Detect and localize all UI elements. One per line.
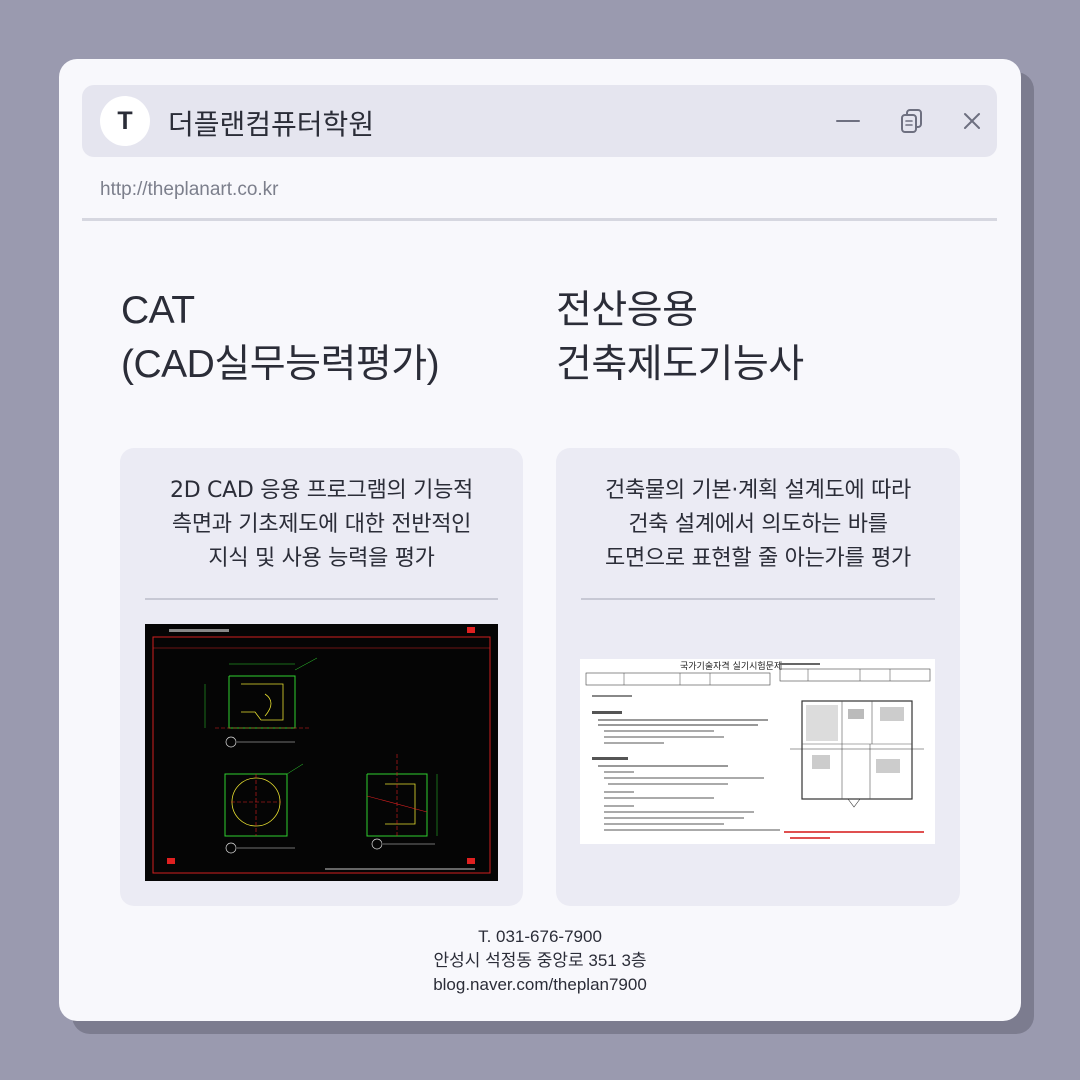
cat-heading: CAT (CAD실무능력평가) <box>121 284 440 392</box>
architecture-heading: 전산응용 건축제도기능사 <box>556 284 804 392</box>
description-line: 2D CAD 응용 프로그램의 기능적 <box>170 478 473 503</box>
cad-drawing-image <box>145 624 498 881</box>
copy-icon[interactable] <box>898 107 926 135</box>
heading-line: 전산응용 <box>556 289 698 332</box>
doc-title: 국가기술자격 실기시험문제 <box>680 660 782 672</box>
description-line: 측면과 기초제도에 대한 전반적인 <box>171 512 472 537</box>
description-line: 지식 및 사용 능력을 평가 <box>208 546 435 571</box>
description-line: 도면으로 표현할 줄 아는가를 평가 <box>605 546 911 571</box>
architecture-card: 건축물의 기본·계획 설계도에 따라 건축 설계에서 의도하는 바를 도면으로 … <box>556 448 960 906</box>
heading-line: (CAD실무능력평가) <box>121 343 440 386</box>
card-divider <box>581 598 935 600</box>
url-divider <box>82 218 997 221</box>
minimize-icon[interactable] <box>834 107 862 135</box>
title-bar: T 더플랜컴퓨터학원 <box>82 85 997 157</box>
app-window: T 더플랜컴퓨터학원 http://theplanart.co.kr CAT (… <box>59 59 1021 1021</box>
address: 안성시 석정동 중앙로 351 3층 <box>433 951 647 970</box>
cat-card: 2D CAD 응용 프로그램의 기능적 측면과 기초제도에 대한 전반적인 지식… <box>120 448 523 906</box>
card-divider <box>145 598 498 600</box>
window-title: 더플랜컴퓨터학원 <box>168 108 375 141</box>
heading-line: CAT <box>121 289 195 332</box>
description-line: 건축물의 기본·계획 설계도에 따라 <box>605 478 911 503</box>
heading-line: 건축제도기능사 <box>556 343 804 386</box>
phone-number: T. 031-676-7900 <box>478 927 602 946</box>
url-link[interactable]: http://theplanart.co.kr <box>100 179 279 201</box>
description-line: 건축 설계에서 의도하는 바를 <box>628 512 888 537</box>
close-icon[interactable] <box>958 107 986 135</box>
contact-footer: T. 031-676-7900 안성시 석정동 중앙로 351 3층 blog.… <box>59 925 1021 997</box>
blog-link[interactable]: blog.naver.com/theplan7900 <box>59 973 1021 997</box>
architecture-description: 건축물의 기본·계획 설계도에 따라 건축 설계에서 의도하는 바를 도면으로 … <box>556 474 960 576</box>
logo-avatar: T <box>100 96 150 146</box>
cat-description: 2D CAD 응용 프로그램의 기능적 측면과 기초제도에 대한 전반적인 지식… <box>120 474 523 576</box>
exam-document-image: 국가기술자격 실기시험문제 <box>580 659 935 844</box>
